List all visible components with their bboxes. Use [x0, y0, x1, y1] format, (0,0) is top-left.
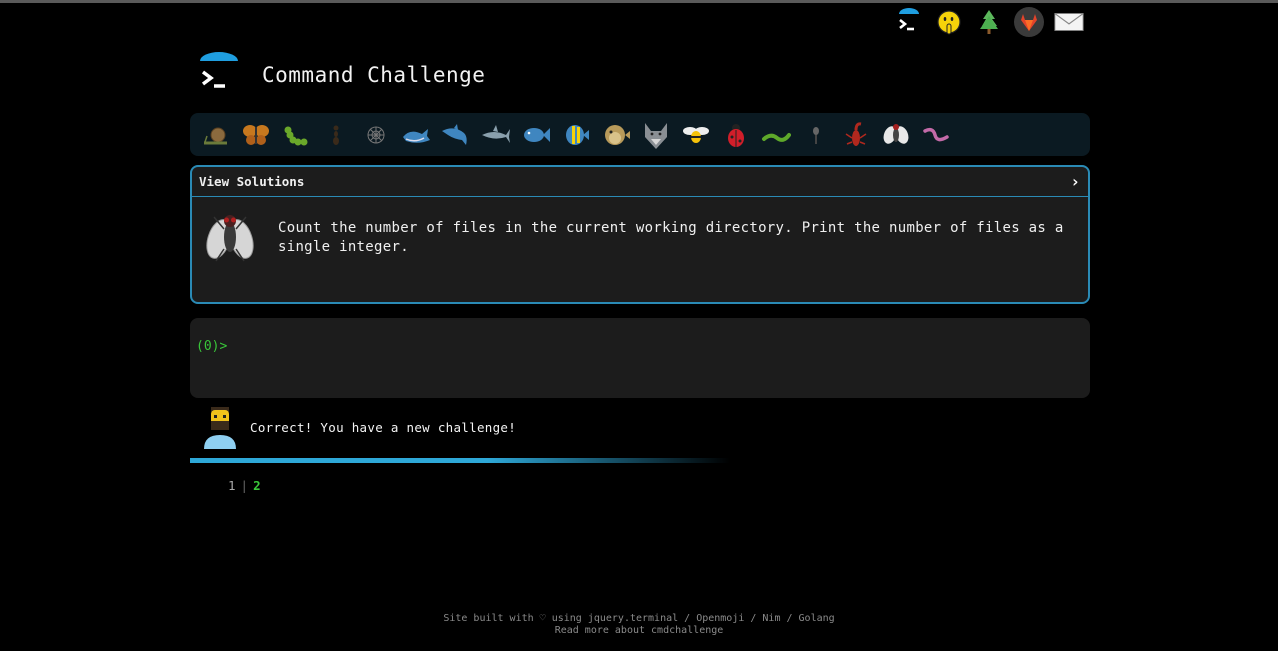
scorpion-icon[interactable]	[836, 115, 876, 155]
spider-web-icon[interactable]	[356, 115, 396, 155]
challenge-pager: 1 | 2	[228, 478, 261, 493]
progress-divider	[190, 458, 730, 463]
tropical-fish-icon[interactable]	[556, 115, 596, 155]
challenge-panel: View Solutions › Count the number of fil…	[190, 165, 1090, 304]
shushing-face-icon[interactable]	[933, 6, 965, 38]
fly-icon	[206, 215, 254, 262]
top-nav	[893, 6, 1085, 38]
snail-icon[interactable]	[196, 115, 236, 155]
terminal-icon[interactable]	[893, 6, 925, 38]
ladybug-icon[interactable]	[716, 115, 756, 155]
bee-icon[interactable]	[676, 115, 716, 155]
ant-icon[interactable]	[316, 115, 356, 155]
logo-icon[interactable]	[196, 52, 242, 98]
avatar	[204, 407, 236, 449]
chevron-right-icon[interactable]: ›	[1070, 172, 1080, 191]
page-1-link[interactable]: 1	[228, 478, 236, 493]
feedback-message: Correct! You have a new challenge!	[200, 405, 516, 449]
challenge-description: Count the number of files in the current…	[278, 220, 1064, 255]
pager-separator: |	[240, 478, 249, 493]
challenge-body: Count the number of files in the current…	[192, 197, 1088, 279]
butterfly-icon[interactable]	[236, 115, 276, 155]
window-top-border	[0, 0, 1278, 3]
fish-icon[interactable]	[516, 115, 556, 155]
mail-icon[interactable]	[1053, 6, 1085, 38]
tree-icon[interactable]	[973, 6, 1005, 38]
dolphin-icon[interactable]	[436, 115, 476, 155]
shark-icon[interactable]	[476, 115, 516, 155]
blowfish-icon[interactable]	[596, 115, 636, 155]
footer: Site built with ♡ using jquery.terminal …	[0, 613, 1278, 637]
view-solutions-toggle[interactable]: View Solutions ›	[192, 167, 1088, 197]
terminal-prompt: (0)>	[196, 339, 228, 354]
fly-icon[interactable]	[876, 115, 916, 155]
feedback-text: Correct! You have a new challenge!	[250, 419, 517, 435]
page-title: Command Challenge	[262, 63, 486, 87]
centipede-icon[interactable]	[916, 115, 956, 155]
footer-credits[interactable]: Site built with ♡ using jquery.terminal …	[0, 613, 1278, 625]
page-2-link[interactable]: 2	[253, 478, 261, 493]
caterpillar-icon[interactable]	[276, 115, 316, 155]
challenge-creature-bar	[190, 113, 1090, 156]
view-solutions-label: View Solutions	[199, 174, 305, 189]
whale-icon[interactable]	[396, 115, 436, 155]
mosquito-icon[interactable]	[796, 115, 836, 155]
terminal-input-area[interactable]: (0)>	[190, 318, 1090, 398]
wolf-icon[interactable]	[636, 115, 676, 155]
gitlab-icon[interactable]	[1013, 6, 1045, 38]
worm-icon[interactable]	[756, 115, 796, 155]
page-header: Command Challenge	[196, 52, 485, 98]
footer-read-more-link[interactable]: Read more about cmdchallenge	[0, 625, 1278, 637]
